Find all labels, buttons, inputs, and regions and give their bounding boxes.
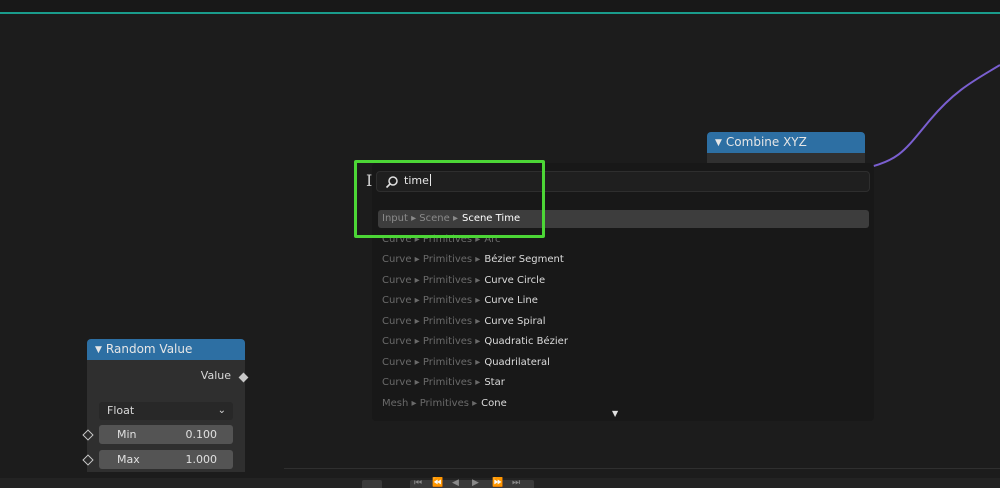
result-node-name: Star — [484, 377, 505, 388]
result-node-name: Quadratic Bézier — [484, 336, 568, 347]
search-result-item[interactable]: Curve ▸ Primitives ▸ Curve Line — [378, 292, 869, 310]
result-category-path: Curve ▸ Primitives ▸ — [382, 295, 481, 306]
scroll-more-icon[interactable]: ▼ — [612, 409, 618, 418]
result-node-name: Quadrilateral — [484, 356, 550, 368]
chevron-down-icon[interactable]: ▼ — [95, 340, 102, 361]
result-node-name: Curve Line — [484, 295, 538, 306]
combine-xyz-title: Combine XYZ — [725, 135, 807, 149]
max-field[interactable]: Max 1.000 — [99, 450, 233, 469]
timeline-divider — [284, 468, 1000, 469]
random-value-header[interactable]: ▼ Random Value — [87, 339, 245, 360]
min-field[interactable]: Min 0.100 — [99, 425, 233, 444]
result-category-path: Curve ▸ Primitives ▸ — [382, 336, 481, 347]
random-value-title: Random Value — [105, 342, 193, 356]
random-value-body: Value Float ⌄ Min 0.100 Max 1.000 — [87, 360, 245, 472]
search-result-item[interactable]: Curve ▸ Primitives ▸ Quadrilateral — [378, 354, 869, 372]
result-category-path: Curve ▸ Primitives ▸ — [382, 377, 481, 388]
result-node-name: Cone — [481, 397, 507, 409]
combine-xyz-header[interactable]: ▼ Combine XYZ — [707, 132, 865, 153]
result-category-path: Curve ▸ Primitives ▸ — [382, 274, 481, 286]
result-node-name: Curve Spiral — [484, 315, 546, 327]
search-result-item[interactable]: Curve ▸ Primitives ▸ Curve Spiral — [378, 313, 869, 331]
search-result-item[interactable]: Curve ▸ Primitives ▸ Star — [378, 374, 869, 392]
next-keyframe-icon[interactable]: ⏩ — [492, 478, 503, 488]
max-label: Max — [117, 453, 140, 466]
chevron-down-icon[interactable]: ▼ — [715, 133, 722, 154]
record-icon[interactable] — [362, 480, 382, 488]
result-category-path: Curve ▸ Primitives ▸ — [382, 315, 481, 327]
result-category-path: Curve ▸ Primitives ▸ — [382, 254, 481, 265]
max-value: 1.000 — [185, 453, 218, 466]
top-panel-edge — [0, 0, 1000, 12]
play-reverse-icon[interactable]: ◀ — [452, 478, 459, 488]
random-value-node[interactable]: ▼ Random Value Value Float ⌄ Min 0.100 Ma… — [87, 339, 245, 472]
result-category-path: Mesh ▸ Primitives ▸ — [382, 397, 478, 409]
result-node-name: Bézier Segment — [484, 254, 564, 265]
combine-xyz-node[interactable]: ▼ Combine XYZ — [707, 132, 865, 166]
region-separator — [0, 12, 1000, 14]
play-icon[interactable]: ▶ — [472, 478, 479, 488]
search-result-item[interactable]: Curve ▸ Primitives ▸ Curve Circle — [378, 272, 869, 290]
result-category-path: Curve ▸ Primitives ▸ — [382, 356, 481, 368]
data-type-value: Float — [107, 404, 135, 417]
min-value: 0.100 — [185, 428, 218, 441]
prev-keyframe-icon[interactable]: ⏪ — [432, 478, 443, 488]
data-type-dropdown[interactable]: Float ⌄ — [99, 402, 233, 420]
jump-end-icon[interactable]: ⏭ — [512, 478, 520, 488]
search-result-item[interactable]: Curve ▸ Primitives ▸ Quadratic Bézier — [378, 333, 869, 351]
search-result-item[interactable]: Curve ▸ Primitives ▸ Bézier Segment — [378, 251, 869, 269]
result-node-name: Curve Circle — [484, 274, 546, 286]
value-output-label: Value — [200, 369, 231, 382]
chevron-down-icon: ⌄ — [217, 405, 226, 416]
jump-start-icon[interactable]: ⏮ — [414, 478, 422, 488]
annotation-highlight-box — [354, 160, 545, 238]
min-label: Min — [117, 428, 137, 441]
search-result-item[interactable]: Mesh ▸ Primitives ▸ Cone — [378, 395, 869, 413]
